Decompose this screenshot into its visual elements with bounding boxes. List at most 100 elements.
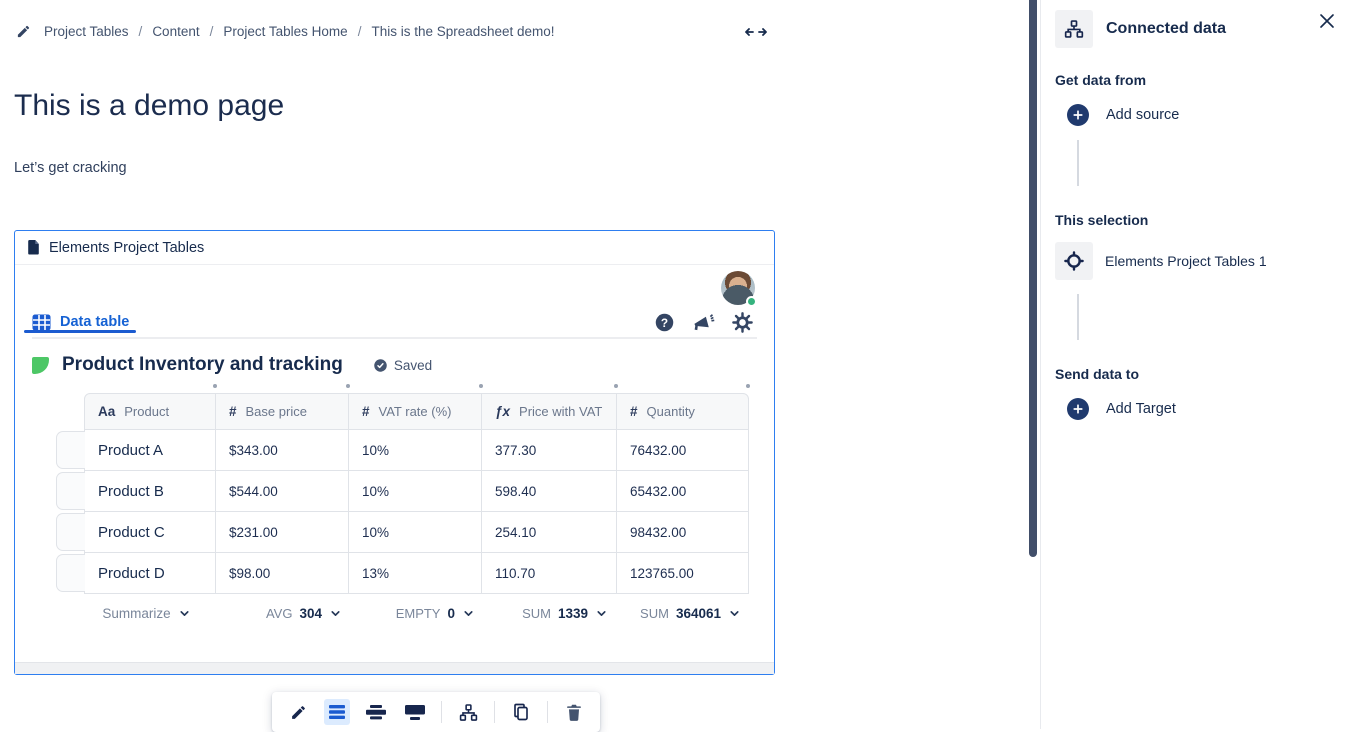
sheet-title[interactable]: Product Inventory and tracking (62, 354, 343, 376)
breadcrumb-item[interactable]: Project Tables (44, 24, 129, 39)
summary-empty[interactable]: EMPTY 0 (350, 606, 483, 621)
summary-label: SUM (522, 606, 551, 621)
cell-quantity[interactable]: 76432.00 (616, 429, 749, 471)
active-tab-indicator (24, 330, 136, 333)
cell-price-with-vat[interactable]: 377.30 (481, 429, 617, 471)
cell-price-with-vat[interactable]: 254.10 (481, 511, 617, 553)
cell-vat-rate[interactable]: 10% (348, 511, 482, 553)
connected-data-panel: Connected data Get data from Add source … (1040, 0, 1356, 729)
column-resize-dots (84, 380, 757, 393)
breadcrumb: Project Tables / Content / Project Table… (16, 24, 1029, 39)
column-header[interactable]: #Base price (215, 393, 349, 430)
column-header[interactable]: #VAT rate (%) (348, 393, 482, 430)
add-source-button[interactable]: Add source (1067, 104, 1356, 126)
close-icon[interactable] (1318, 12, 1336, 30)
help-icon[interactable]: ? (654, 312, 675, 333)
layout-center-button[interactable] (324, 699, 350, 725)
flow-connector-line (1077, 140, 1079, 186)
widget-header: Elements Project Tables (15, 231, 774, 265)
cell-product[interactable]: Product D (84, 552, 216, 594)
cell-vat-rate[interactable]: 10% (348, 470, 482, 512)
column-header[interactable]: ƒxPrice with VAT (481, 393, 617, 430)
cell-product[interactable]: Product A (84, 429, 216, 471)
tab-actions: ? (654, 312, 757, 333)
cell-vat-rate[interactable]: 13% (348, 552, 482, 594)
copy-button[interactable] (508, 699, 534, 725)
formula-type-icon: ƒx (495, 404, 510, 419)
send-data-to-label: Send data to (1055, 366, 1356, 382)
panel-title: Connected data (1106, 20, 1226, 38)
get-data-from-label: Get data from (1055, 72, 1356, 88)
row-drag-handle[interactable] (56, 554, 85, 592)
summary-sum[interactable]: SUM 364061 (616, 606, 749, 621)
column-header[interactable]: #Quantity (616, 393, 749, 430)
cell-quantity[interactable]: 65432.00 (616, 470, 749, 512)
connected-data-button[interactable] (455, 699, 481, 725)
column-resize-dot[interactable] (346, 384, 350, 388)
table-row: Product D $98.00 13% 110.70 123765.00 (84, 552, 757, 594)
row-drag-handle[interactable] (56, 431, 85, 469)
announcement-megaphone-icon[interactable] (692, 312, 715, 333)
cell-price-with-vat[interactable]: 598.40 (481, 470, 617, 512)
cell-product[interactable]: Product C (84, 511, 216, 553)
chevron-down-icon (595, 607, 608, 620)
summary-value: 1339 (558, 606, 588, 621)
expand-width-icon[interactable] (744, 24, 768, 40)
settings-gear-icon[interactable] (732, 312, 753, 333)
table-grid-icon (32, 314, 51, 331)
column-resize-dot[interactable] (213, 384, 217, 388)
summary-avg[interactable]: AVG 304 (217, 606, 350, 621)
user-avatar[interactable] (721, 271, 755, 305)
layout-wide-icon (366, 704, 386, 720)
column-label: Product (124, 404, 169, 419)
sheet-leaf-icon (32, 357, 49, 374)
table-header-row: AaProduct #Base price #VAT rate (%) ƒxPr… (84, 393, 757, 430)
number-type-icon: # (630, 404, 638, 419)
flow-connector-line (1077, 294, 1079, 340)
saved-label: Saved (394, 358, 432, 373)
column-resize-dot[interactable] (479, 384, 483, 388)
macro-toolbar (272, 692, 600, 732)
column-header[interactable]: AaProduct (84, 393, 216, 430)
number-type-icon: # (362, 404, 370, 419)
breadcrumb-item[interactable]: Project Tables Home (223, 24, 347, 39)
edit-pencil-icon[interactable] (16, 24, 31, 39)
page-subtitle: Let’s get cracking (14, 160, 1029, 176)
layout-full-width-button[interactable] (402, 699, 428, 725)
widget-title: Elements Project Tables (49, 240, 204, 256)
cell-quantity[interactable]: 123765.00 (616, 552, 749, 594)
cell-base-price[interactable]: $343.00 (215, 429, 349, 471)
edit-button[interactable] (285, 699, 311, 725)
row-drag-handle[interactable] (56, 513, 85, 551)
org-chart-icon (1055, 10, 1093, 48)
cell-price-with-vat[interactable]: 110.70 (481, 552, 617, 594)
cell-base-price[interactable]: $98.00 (215, 552, 349, 594)
breadcrumb-item-current[interactable]: This is the Spreadsheet demo! (371, 24, 554, 39)
saved-status: Saved (373, 358, 432, 373)
cell-product[interactable]: Product B (84, 470, 216, 512)
cell-base-price[interactable]: $544.00 (215, 470, 349, 512)
summary-value: 364061 (676, 606, 721, 621)
summary-row: Summarize AVG 304 EMPTY 0 SUM 1339 (84, 606, 757, 621)
column-resize-dot[interactable] (614, 384, 618, 388)
breadcrumb-separator: / (207, 24, 217, 39)
delete-button[interactable] (561, 699, 587, 725)
summarize-menu[interactable]: Summarize (84, 606, 217, 621)
vertical-scrollbar-thumb[interactable] (1029, 0, 1037, 557)
cell-base-price[interactable]: $231.00 (215, 511, 349, 553)
breadcrumb-item[interactable]: Content (152, 24, 199, 39)
tab-bar: Data table ? (32, 307, 757, 339)
cell-vat-rate[interactable]: 10% (348, 429, 482, 471)
row-drag-handle[interactable] (56, 472, 85, 510)
cell-quantity[interactable]: 98432.00 (616, 511, 749, 553)
chevron-down-icon (329, 607, 342, 620)
column-resize-dot[interactable] (746, 384, 750, 388)
breadcrumb-separator: / (136, 24, 146, 39)
tab-data-table[interactable]: Data table (32, 314, 129, 331)
summary-sum[interactable]: SUM 1339 (483, 606, 616, 621)
add-target-button[interactable]: Add Target (1067, 398, 1356, 420)
selection-item[interactable]: Elements Project Tables 1 (1055, 242, 1356, 280)
selection-item-label: Elements Project Tables 1 (1105, 253, 1267, 269)
this-selection-label: This selection (1055, 212, 1356, 228)
layout-wide-button[interactable] (363, 699, 389, 725)
